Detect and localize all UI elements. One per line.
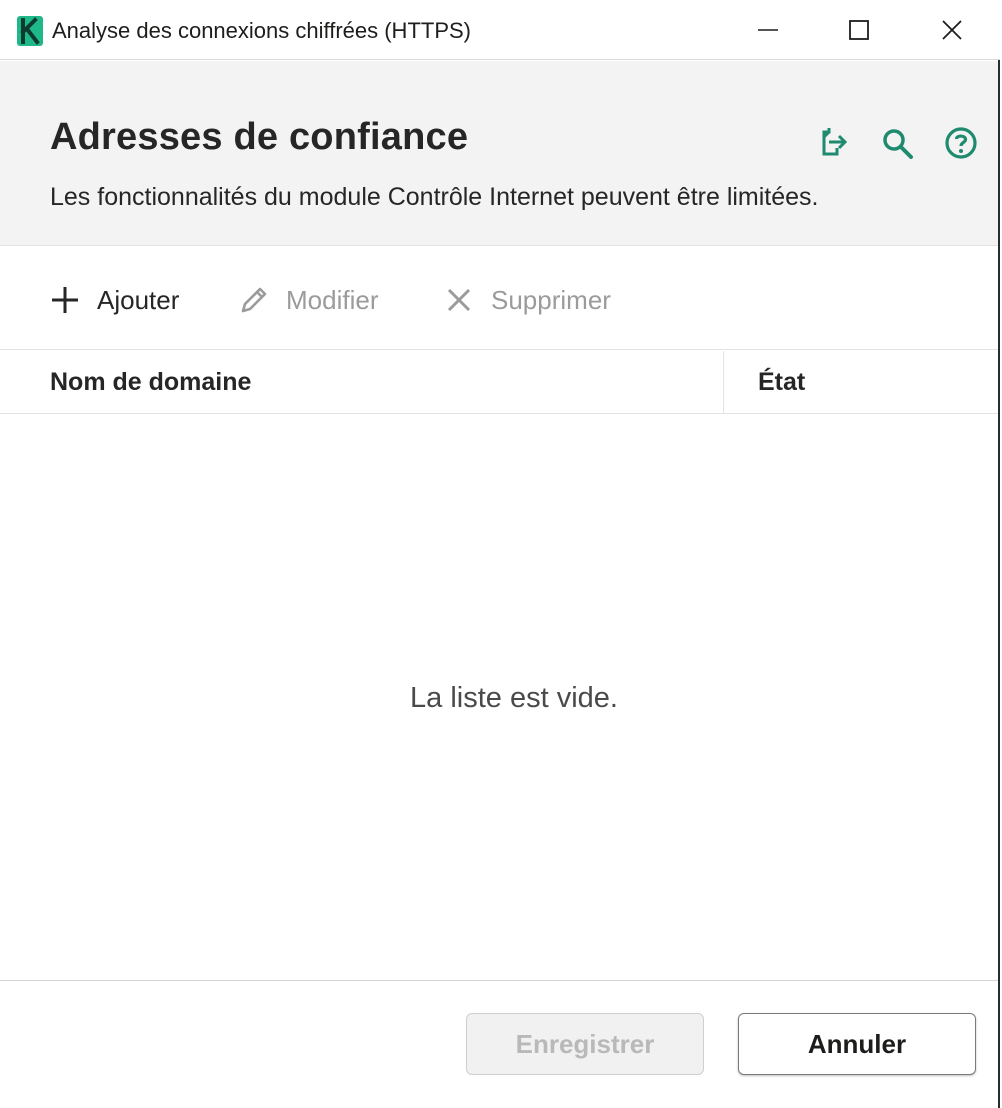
column-divider[interactable] — [723, 351, 724, 413]
maximize-icon — [849, 20, 869, 40]
window-title: Analyse des connexions chiffrées (HTTPS) — [52, 18, 471, 43]
save-button[interactable]: Enregistrer — [466, 1013, 704, 1075]
export-icon — [822, 128, 848, 156]
search-button[interactable] — [877, 123, 917, 163]
page-header: Adresses de confiance Les fonctionnalité… — [0, 61, 998, 246]
maximize-button[interactable] — [813, 0, 905, 60]
page-subtitle: Les fonctionnalités du module Contrôle I… — [50, 183, 819, 211]
empty-list-message: La liste est vide. — [410, 682, 618, 714]
toolbar: Ajouter Modifier Supprimer — [0, 247, 998, 350]
close-button[interactable] — [906, 0, 998, 60]
column-header-state[interactable]: État — [758, 351, 805, 413]
page-title: Adresses de confiance — [50, 116, 469, 158]
export-button[interactable] — [812, 123, 852, 163]
table-header: Nom de domaine État — [0, 351, 998, 414]
plus-icon — [48, 283, 82, 317]
footer-divider — [0, 980, 998, 981]
help-button[interactable] — [941, 123, 981, 163]
add-button-label: Ajouter — [97, 284, 180, 315]
cancel-button[interactable]: Annuler — [738, 1013, 976, 1075]
search-icon — [883, 129, 913, 159]
delete-x-icon — [442, 283, 476, 317]
title-bar: Analyse des connexions chiffrées (HTTPS) — [0, 0, 1000, 60]
kaspersky-logo-icon — [17, 16, 43, 46]
close-icon — [942, 20, 962, 40]
dialog-window: Analyse des connexions chiffrées (HTTPS)… — [0, 0, 1000, 1108]
minimize-icon — [758, 29, 778, 31]
delete-button[interactable]: Supprimer — [442, 283, 611, 317]
minimize-button[interactable] — [722, 0, 814, 60]
edit-button[interactable]: Modifier — [237, 283, 378, 317]
column-header-domain[interactable]: Nom de domaine — [50, 351, 251, 413]
edit-button-label: Modifier — [286, 284, 379, 315]
pencil-icon — [237, 283, 271, 317]
help-icon — [945, 127, 977, 159]
add-button[interactable]: Ajouter — [48, 283, 179, 317]
delete-button-label: Supprimer — [491, 284, 611, 315]
